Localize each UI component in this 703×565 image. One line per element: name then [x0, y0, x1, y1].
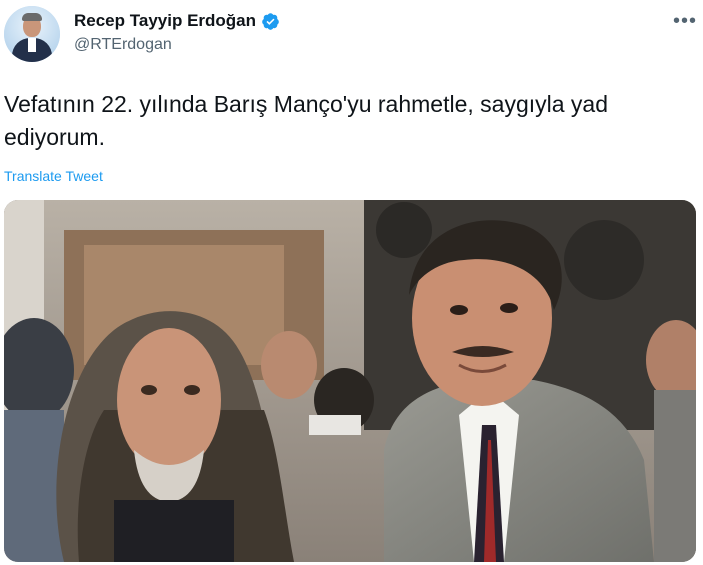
photo-man-left-eye-2 [184, 385, 200, 395]
photo-man-right-eye [450, 305, 468, 315]
avatar-figure-collar [28, 38, 36, 52]
tweet-text: Vefatının 22. yılında Barış Manço'yu rah… [4, 91, 608, 150]
author-name-row[interactable]: Recep Tayyip Erdoğan [74, 11, 280, 31]
photo-man-left-eye [141, 385, 157, 395]
author-avatar[interactable] [4, 6, 60, 62]
photo-man-left-face [117, 328, 221, 472]
photo-camera-shape [376, 202, 432, 258]
avatar-figure-hair [22, 13, 42, 21]
verified-badge-icon [262, 12, 279, 30]
tweet-photo[interactable] [4, 200, 696, 562]
translate-tweet-link[interactable]: Translate Tweet [4, 168, 103, 184]
photo-man-right-eye-2 [500, 303, 518, 313]
photo-bystander-face [261, 331, 317, 399]
photo-illustration [4, 200, 696, 562]
more-options-icon[interactable]: ••• [673, 10, 697, 33]
photo-camera-shape-2 [564, 220, 644, 300]
photo-right-person-body [654, 390, 696, 562]
photo-camera-label [309, 415, 361, 435]
author-handle[interactable]: @RTErdogan [74, 36, 172, 54]
author-display-name[interactable]: Recep Tayyip Erdoğan [74, 11, 256, 31]
photo-man-left-shirt [114, 500, 234, 562]
photo-left-person-body [4, 410, 64, 562]
